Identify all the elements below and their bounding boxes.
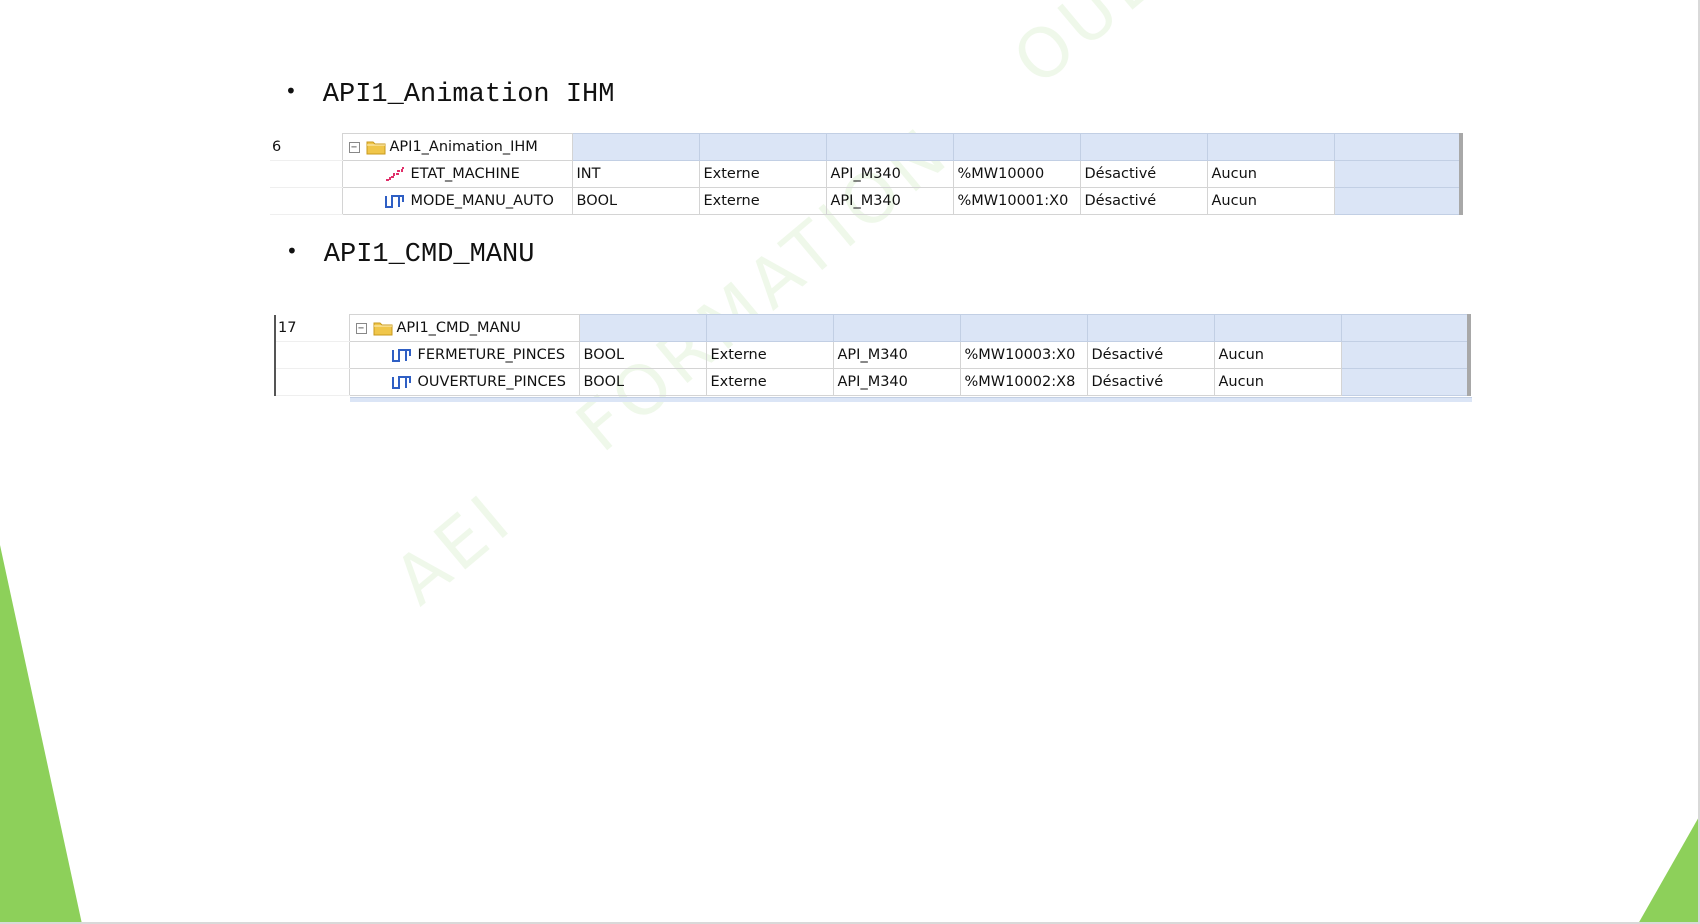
- group-cell[interactable]: − API1_Animation_IHM: [341, 133, 573, 161]
- blank-cell: [952, 133, 1081, 161]
- blank-cell: [1333, 160, 1463, 188]
- blank-cell: [698, 133, 827, 161]
- blank-cell: [959, 314, 1088, 342]
- variable-row[interactable]: MODE_MANU_AUTO BOOL Externe API_M340 %MW…: [270, 187, 1463, 215]
- option-cell[interactable]: Aucun: [1206, 187, 1335, 215]
- group-name: API1_CMD_MANU: [396, 320, 521, 336]
- group-name: API1_Animation_IHM: [389, 139, 538, 155]
- blank-cell: [1333, 187, 1463, 215]
- blank-cell: [832, 314, 961, 342]
- variable-name: ETAT_MACHINE: [410, 166, 520, 182]
- blank-cell: [1079, 133, 1208, 161]
- address-cell[interactable]: %MW10000: [952, 160, 1081, 188]
- folder-icon: [366, 141, 385, 155]
- bool-pulse-icon: [391, 376, 411, 389]
- scope-cell[interactable]: Externe: [698, 160, 827, 188]
- cropped-row-edge: [350, 397, 1472, 402]
- folder-icon: [373, 322, 392, 336]
- collapse-icon[interactable]: −: [355, 322, 367, 334]
- variable-row[interactable]: FERMETURE_PINCES BOOL Externe API_M340 %…: [275, 341, 1471, 369]
- type-cell[interactable]: BOOL: [578, 341, 707, 369]
- device-cell[interactable]: API_M340: [832, 368, 961, 396]
- section-heading-cmd-manu: • API1_CMD_MANU: [286, 239, 535, 270]
- row-index: 17: [275, 314, 350, 342]
- blank-cell: [578, 314, 707, 342]
- right-green-triangle: [1638, 815, 1700, 924]
- scope-cell[interactable]: Externe: [698, 187, 827, 215]
- collapse-icon[interactable]: −: [348, 141, 360, 153]
- row-index: [270, 187, 343, 215]
- blank-cell: [705, 314, 834, 342]
- variables-table-animation: 6 − API1_Animation_IHM ETAT_MACHINE INT E…: [270, 133, 1463, 215]
- state-cell[interactable]: Désactivé: [1079, 187, 1208, 215]
- row-index: [270, 160, 343, 188]
- option-cell[interactable]: Aucun: [1213, 368, 1342, 396]
- device-cell[interactable]: API_M340: [825, 187, 954, 215]
- blank-cell: [1340, 314, 1471, 342]
- left-green-triangle: [0, 545, 82, 924]
- row-index: [275, 368, 350, 396]
- blank-cell: [1213, 314, 1342, 342]
- variable-name: FERMETURE_PINCES: [417, 347, 566, 363]
- bullet-dot: •: [285, 79, 297, 103]
- bool-pulse-icon: [391, 349, 411, 362]
- variable-row[interactable]: ETAT_MACHINE INT Externe API_M340 %MW100…: [270, 160, 1463, 188]
- section-heading-animation: • API1_Animation IHM: [285, 79, 615, 110]
- blank-cell: [1340, 341, 1471, 369]
- blank-cell: [825, 133, 954, 161]
- section-heading-text: API1_CMD_MANU: [323, 240, 535, 270]
- variable-name-cell[interactable]: FERMETURE_PINCES: [348, 341, 580, 369]
- blank-cell: [1086, 314, 1215, 342]
- variable-row[interactable]: OUVERTURE_PINCES BOOL Externe API_M340 %…: [275, 368, 1471, 396]
- int-stairs-icon: [385, 167, 404, 181]
- type-cell[interactable]: BOOL: [571, 187, 700, 215]
- option-cell[interactable]: Aucun: [1206, 160, 1335, 188]
- state-cell[interactable]: Désactivé: [1079, 160, 1208, 188]
- blank-cell: [571, 133, 700, 161]
- variable-name-cell[interactable]: MODE_MANU_AUTO: [341, 187, 573, 215]
- device-cell[interactable]: API_M340: [832, 341, 961, 369]
- state-cell[interactable]: Désactivé: [1086, 368, 1215, 396]
- variable-name-cell[interactable]: OUVERTURE_PINCES: [348, 368, 580, 396]
- group-row[interactable]: 17 − API1_CMD_MANU: [275, 314, 1471, 342]
- variables-table-cmd-manu: 17 − API1_CMD_MANU FERMETURE_PINCES BOOL …: [274, 314, 1471, 396]
- address-cell[interactable]: %MW10002:X8: [959, 368, 1088, 396]
- address-cell[interactable]: %MW10001:X0: [952, 187, 1081, 215]
- blank-cell: [1340, 368, 1471, 396]
- blank-cell: [1333, 133, 1463, 161]
- option-cell[interactable]: Aucun: [1213, 341, 1342, 369]
- row-index: 6: [270, 133, 343, 161]
- state-cell[interactable]: Désactivé: [1086, 341, 1215, 369]
- variable-name: MODE_MANU_AUTO: [410, 193, 554, 209]
- row-index: [275, 341, 350, 369]
- scope-cell[interactable]: Externe: [705, 368, 834, 396]
- bool-pulse-icon: [384, 195, 404, 208]
- bullet-dot: •: [286, 239, 298, 263]
- type-cell[interactable]: INT: [571, 160, 700, 188]
- variable-name-cell[interactable]: ETAT_MACHINE: [341, 160, 573, 188]
- group-row[interactable]: 6 − API1_Animation_IHM: [270, 133, 1463, 161]
- device-cell[interactable]: API_M340: [825, 160, 954, 188]
- variable-name: OUVERTURE_PINCES: [417, 374, 566, 390]
- group-cell[interactable]: − API1_CMD_MANU: [348, 314, 580, 342]
- section-heading-text: API1_Animation IHM: [322, 80, 615, 110]
- address-cell[interactable]: %MW10003:X0: [959, 341, 1088, 369]
- blank-cell: [1206, 133, 1335, 161]
- type-cell[interactable]: BOOL: [578, 368, 707, 396]
- scope-cell[interactable]: Externe: [705, 341, 834, 369]
